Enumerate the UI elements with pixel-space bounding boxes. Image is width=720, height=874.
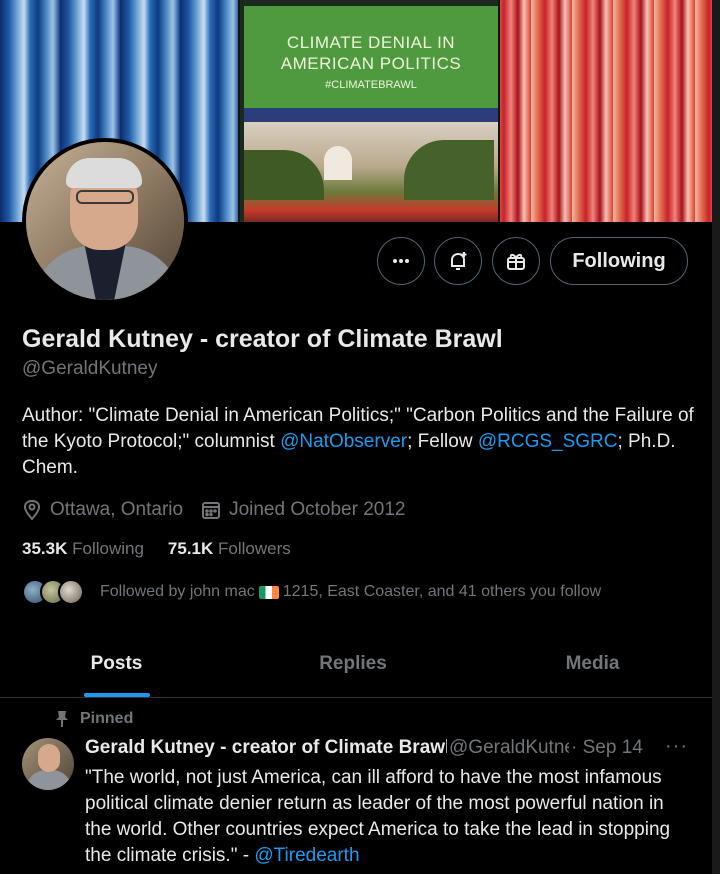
followers-label: Followers [218, 539, 291, 558]
followers-stat[interactable]: 75.1K Followers [168, 539, 291, 559]
profile-tabs: Posts Replies Media [0, 630, 712, 698]
following-stat[interactable]: 35.3K Following [22, 539, 144, 559]
banner-warming-stripes [490, 0, 720, 222]
follower-avatar [58, 579, 84, 605]
bell-plus-icon [451, 252, 467, 270]
banner-book-cover: CLIMATE DENIAL IN AMERICAN POLITICS #CLI… [238, 0, 500, 222]
book-cover-band [244, 108, 498, 122]
avatar-hair [66, 158, 142, 188]
avatar-glasses [76, 190, 134, 204]
book-title-line1: CLIMATE DENIAL IN [286, 33, 456, 52]
active-tab-indicator [83, 693, 150, 697]
scrollbar[interactable] [712, 0, 720, 874]
followed-by-text: Followed by john mac [100, 583, 255, 600]
profile-bio: Author: "Climate Denial in American Poli… [22, 403, 702, 481]
tab-replies-label: Replies [319, 652, 387, 674]
post-mention-link[interactable]: @Tiredearth [254, 845, 359, 866]
post-avatar-face [38, 744, 60, 772]
followed-by[interactable]: Followed by john mac 1215, East Coaster, … [22, 576, 601, 608]
joined-text: Joined October 2012 [229, 499, 406, 520]
book-title: CLIMATE DENIAL IN AMERICAN POLITICS [244, 32, 498, 74]
bio-text-2: ; Fellow [407, 431, 478, 452]
post-author-name[interactable]: Gerald Kutney - creator of Climate Brawl [85, 737, 447, 759]
post-text: "The world, not just America, can ill af… [85, 767, 671, 866]
book-photo-capitol-dome [324, 146, 352, 180]
profile-joined: Joined October 2012 [201, 499, 405, 521]
gift-button[interactable] [492, 237, 540, 285]
following-label: Following [72, 539, 144, 558]
followed-by-avatars [22, 577, 88, 607]
post-header: Gerald Kutney - creator of Climate Brawl… [85, 735, 688, 763]
post-more-button[interactable]: ··· [665, 735, 688, 758]
calendar-icon [202, 502, 221, 519]
bio-link-natobserver[interactable]: @NatObserver [280, 431, 407, 452]
location-text: Ottawa, Ontario [50, 499, 184, 520]
pin-icon [56, 711, 68, 727]
book-hashtag: #CLIMATEBRAWL [325, 79, 417, 91]
post-body[interactable]: "The world, not just America, can ill af… [85, 765, 685, 869]
tab-media[interactable]: Media [473, 630, 712, 697]
pinned-label: Pinned [80, 710, 134, 727]
notifications-button[interactable] [434, 237, 482, 285]
gift-icon [507, 253, 525, 270]
tab-media-label: Media [565, 652, 620, 674]
tab-posts-label: Posts [90, 652, 143, 674]
more-horizontal-icon [393, 259, 409, 263]
following-button[interactable]: Following [550, 237, 688, 285]
bio-link-rcgs[interactable]: @RCGS_SGRC [478, 431, 618, 452]
profile-meta: Ottawa, Ontario Joined October 2012 [22, 497, 423, 523]
followed-by-text-rest: 1215, East Coaster, and 41 others you fo… [282, 583, 602, 600]
post-author-avatar[interactable] [22, 738, 74, 790]
followers-count: 75.1K [167, 539, 214, 558]
pinned-indicator: Pinned [54, 710, 133, 728]
book-photo-trees-right [404, 140, 494, 200]
tab-replies[interactable]: Replies [233, 630, 473, 697]
location-pin-icon [23, 499, 41, 521]
profile-name: Gerald Kutney - creator of Climate Brawl [22, 325, 503, 353]
profile-actions: Following [0, 237, 720, 285]
more-button[interactable] [377, 237, 425, 285]
ireland-flag-icon [258, 585, 279, 599]
book-title-line2: AMERICAN POLITICS [280, 54, 462, 73]
tab-posts[interactable]: Posts [0, 630, 233, 697]
post-avatar-jacket [26, 770, 72, 790]
profile-location: Ottawa, Ontario [22, 499, 183, 521]
following-count: 35.3K [22, 539, 68, 558]
post-author-handle[interactable]: @GeraldKutney [449, 737, 569, 759]
profile-stats: 35.3K Following 75.1K Followers [22, 539, 315, 559]
profile-handle: @GeraldKutney [22, 358, 158, 379]
post-date[interactable]: · Sep 14 [571, 737, 643, 759]
